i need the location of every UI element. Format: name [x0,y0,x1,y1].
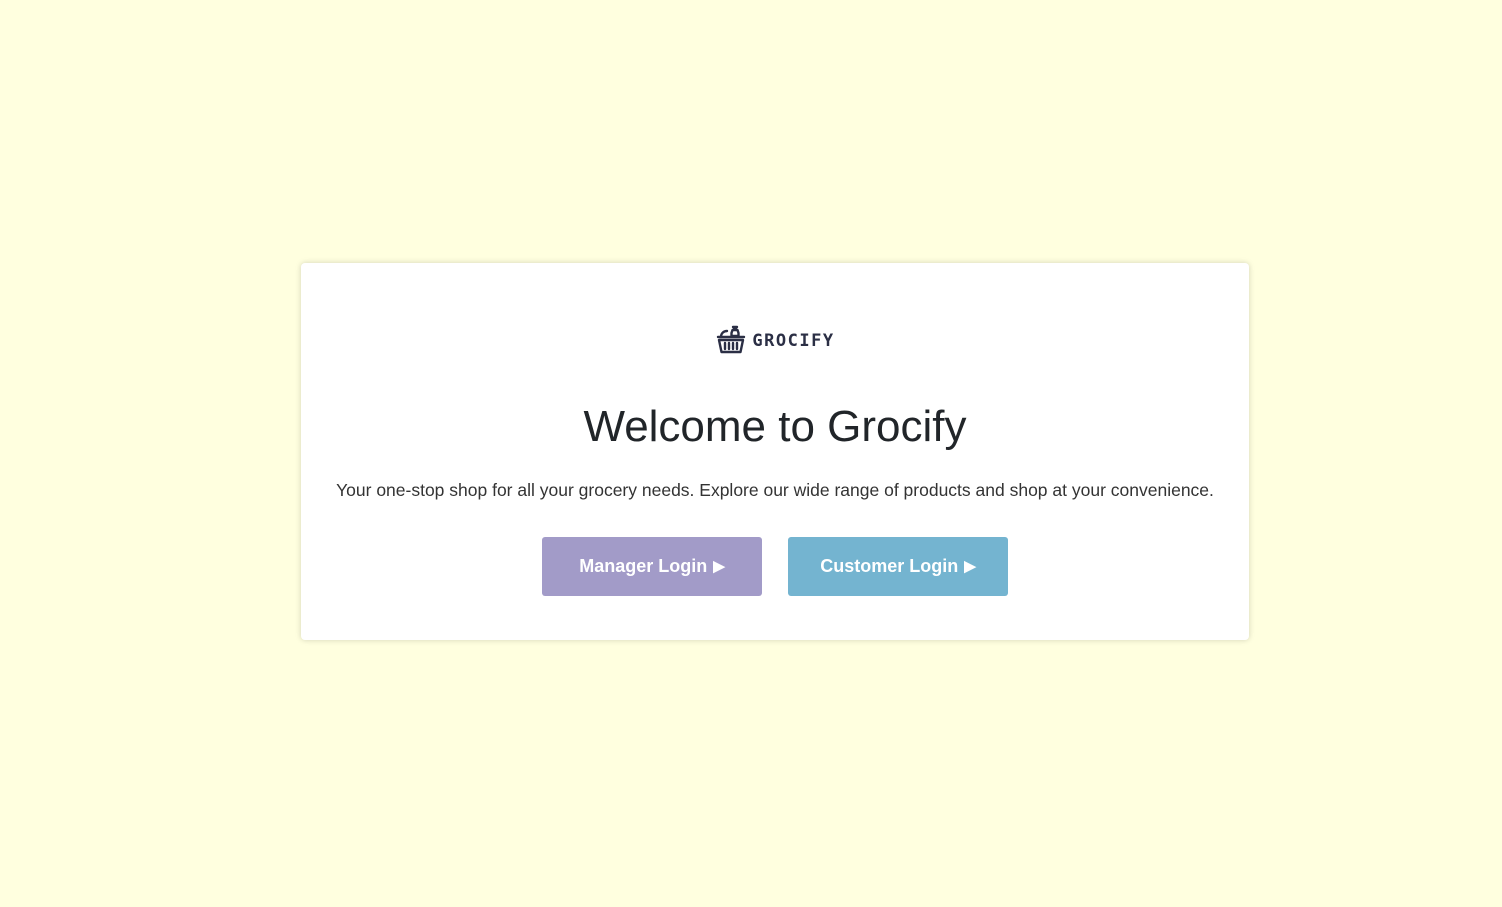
manager-login-label: Manager Login [579,556,708,576]
manager-login-button[interactable]: Manager Login ▶ [542,537,762,596]
page-subtitle: Your one-stop shop for all your grocery … [336,480,1214,500]
play-arrow-icon: ▶ [964,558,976,575]
customer-login-label: Customer Login [820,556,959,576]
grocery-basket-icon [715,324,747,356]
brand-logo: GROCIFY [301,323,1249,357]
welcome-page: GROCIFY Welcome to Grocify Your one-stop… [0,0,1502,907]
customer-login-button[interactable]: Customer Login ▶ [788,537,1008,596]
welcome-card: GROCIFY Welcome to Grocify Your one-stop… [301,263,1249,640]
brand-name: GROCIFY [752,331,835,351]
page-title: Welcome to Grocify [583,402,967,451]
play-arrow-icon: ▶ [713,558,725,575]
